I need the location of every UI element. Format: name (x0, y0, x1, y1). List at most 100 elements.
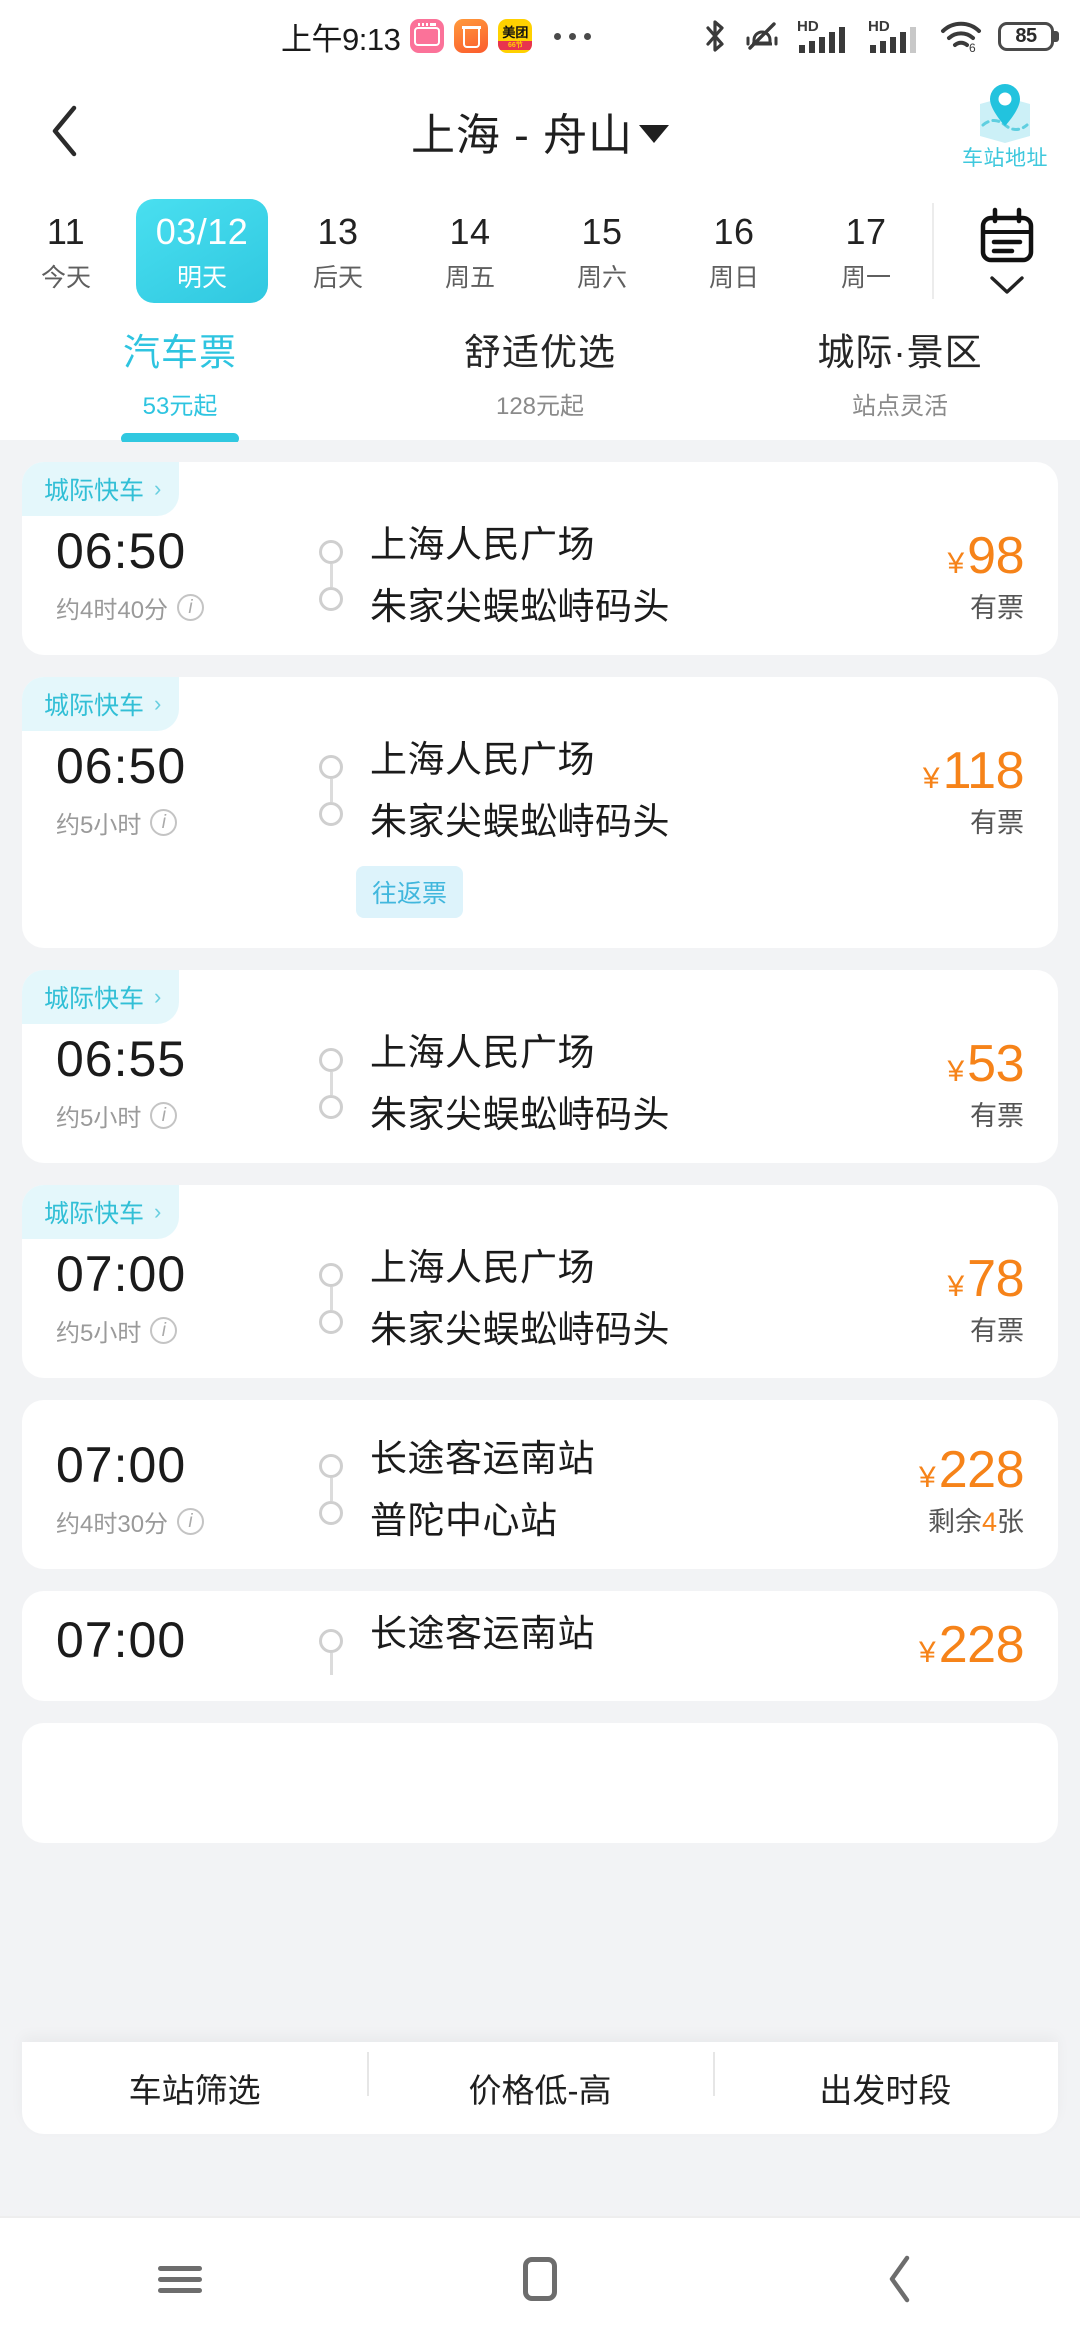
route-type-badge[interactable]: 城际快车 › (22, 462, 180, 516)
stops-column: 长途客运南站 (356, 1615, 774, 1675)
ticket-card[interactable]: 07:00 约4时30分 i 长途客运南站 普陀中心站 ¥228 剩余4张 (22, 1400, 1058, 1569)
departure-column: 06:50 约4时40分 i (56, 526, 306, 625)
tab-sublabel: 128元起 (495, 393, 585, 420)
departure-time: 06:55 (56, 1031, 187, 1087)
date-cell-11[interactable]: 11 今天 (0, 199, 132, 303)
date-cell-15[interactable]: 15 周六 (536, 199, 668, 303)
date-cell-16[interactable]: 16 周日 (668, 199, 800, 303)
price-group: ¥228 (919, 1615, 1024, 1675)
ticket-row: 06:55 约5小时 i 上海人民广场 朱家尖蜈蚣峙码头 ¥53 有票 (56, 1034, 1024, 1133)
date-day: 16 (713, 210, 755, 252)
route-type-badge[interactable]: 城际快车 › (22, 1185, 180, 1239)
route-type-badge[interactable]: 城际快车 › (22, 970, 180, 1024)
date-label: 周五 (444, 263, 495, 292)
route-track (306, 526, 356, 625)
svg-text:6: 6 (969, 41, 976, 53)
calendar-icon (980, 207, 1034, 263)
battery-level: 85 (1015, 24, 1037, 47)
route-type-badge[interactable]: 城际快车 › (22, 677, 180, 731)
stops-column: 长途客运南站 普陀中心站 (356, 1440, 774, 1539)
route-type-label: 城际快车 (44, 1200, 145, 1228)
ticket-row: 06:50 约5小时 i 上海人民广场 朱家尖蜈蚣峙码头 ¥118 有票 (56, 739, 1025, 840)
price-group: ¥98 (947, 526, 1024, 586)
app-header: 上海 - 舟山 车站地址 (0, 72, 1080, 190)
currency-symbol: ¥ (919, 1461, 936, 1494)
tab-label: 城际·景区 (817, 332, 983, 373)
info-icon[interactable]: i (150, 1317, 178, 1344)
price-group: ¥228 (919, 1440, 1024, 1500)
calendar-button[interactable] (932, 203, 1080, 299)
destination-dot-icon (319, 1310, 343, 1334)
destination-station: 朱家尖蜈蚣峙码头 (370, 586, 670, 627)
ticket-card[interactable]: 城际快车 › 06:55 约5小时 i 上海人民广场 朱家尖蜈蚣峙码头 ¥53 有票 (22, 970, 1058, 1163)
tab-3[interactable]: 城际·景区 站点灵活 (720, 312, 1080, 444)
price-amount: 53 (967, 1035, 1024, 1093)
duration-group: 约4时40分 i (56, 590, 306, 625)
filter-option-2[interactable]: 价格低-高 (367, 2052, 712, 2112)
tab-1[interactable]: 汽车票 53元起 (0, 312, 360, 444)
duration-group: 约4时30分 i (56, 1504, 306, 1539)
home-icon (523, 2257, 557, 2301)
filter-option-3[interactable]: 出发时段 (712, 2052, 1058, 2112)
origin-station: 长途客运南站 (370, 1438, 595, 1479)
ticket-card[interactable]: 城际快车 › 06:50 约5小时 i 上海人民广场 朱家尖蜈蚣峙码头 ¥118 有票 往返票 (22, 677, 1058, 948)
origin-dot-icon (319, 755, 343, 779)
price-amount: 228 (938, 1616, 1025, 1674)
chevron-right-icon: › (154, 476, 162, 501)
badge-container: 城际快车 › (22, 1185, 1024, 1239)
origin-station: 上海人民广场 (370, 739, 595, 780)
info-icon[interactable]: i (150, 1102, 178, 1129)
availability-status: 有票 (970, 1316, 1024, 1346)
price-group: ¥78 (947, 1249, 1024, 1309)
departure-column: 06:50 约5小时 i (56, 741, 306, 840)
departure-time: 07:00 (56, 1246, 187, 1302)
route-line (329, 1478, 333, 1501)
duration-group: 约5小时 i (56, 1313, 306, 1348)
currency-symbol: ¥ (947, 547, 965, 580)
duration-text: 约5小时 (56, 812, 142, 839)
ticket-card[interactable]: 07:00 长途客运南站 ¥228 (22, 1591, 1058, 1701)
date-cell-03-12[interactable]: 03/12 明天 (136, 199, 268, 303)
tab-label: 汽车票 (123, 332, 237, 373)
price-group: ¥53 (947, 1034, 1024, 1094)
currency-symbol: ¥ (922, 762, 940, 795)
date-cell-17[interactable]: 17 周一 (800, 199, 932, 303)
date-cell-14[interactable]: 14 周五 (404, 199, 536, 303)
origin-dot-icon (319, 1048, 343, 1072)
route-title-group[interactable]: 上海 - 舟山 (0, 99, 1080, 163)
meituan-icon-label: 美团 (502, 25, 529, 40)
tab-2[interactable]: 舒适优选 128元起 (360, 312, 720, 444)
nav-home-button[interactable] (480, 2234, 600, 2324)
date-list: 11 今天 03/12 明天 13 后天 14 周五 15 周六 16 周日 17 周一 (0, 199, 932, 303)
origin-station: 长途客运南站 (370, 1613, 595, 1654)
date-label: 明天 (176, 263, 227, 292)
duration-text: 约4时40分 (56, 597, 169, 624)
hd-signal-icon-1: HD (797, 18, 845, 53)
date-day: 11 (46, 210, 86, 252)
info-icon[interactable]: i (177, 594, 205, 621)
price-column: ¥228 (774, 1615, 1024, 1675)
badge-container: 城际快车 › (22, 677, 1024, 731)
nav-back-button[interactable] (840, 2234, 960, 2324)
station-map-button[interactable]: 车站地址 (952, 80, 1058, 172)
header-back-button[interactable] (30, 96, 100, 166)
nav-recents-button[interactable] (120, 2234, 240, 2324)
route-track (306, 1615, 356, 1675)
price-amount: 228 (938, 1441, 1025, 1499)
price-group: ¥118 (922, 741, 1025, 801)
ticket-card[interactable]: 城际快车 › 06:50 约4时40分 i 上海人民广场 朱家尖蜈蚣峙码头 ¥98 有票 (22, 462, 1058, 655)
date-selector-bar: 11 今天 03/12 明天 13 后天 14 周五 15 周六 16 周日 17 周一 (0, 190, 1080, 312)
info-icon[interactable]: i (150, 809, 178, 836)
ticket-row: 07:00 长途客运南站 ¥228 (56, 1615, 1025, 1675)
duration-text: 约5小时 (56, 1320, 142, 1347)
ticket-card[interactable]: 城际快车 › 07:00 约5小时 i 上海人民广场 朱家尖蜈蚣峙码头 ¥78 有票 (22, 1185, 1058, 1378)
date-cell-13[interactable]: 13 后天 (272, 199, 404, 303)
date-label: 周六 (576, 263, 627, 292)
ticket-card-partial[interactable] (22, 1723, 1058, 1843)
filter-option-1[interactable]: 车站筛选 (22, 2064, 367, 2112)
info-icon[interactable]: i (177, 1508, 205, 1535)
ticket-row: 06:50 约4时40分 i 上海人民广场 朱家尖蜈蚣峙码头 ¥98 有票 (56, 526, 1024, 625)
tab-label: 舒适优选 (464, 332, 616, 373)
currency-symbol: ¥ (947, 1270, 965, 1303)
tab-sublabel: 53元起 (142, 393, 218, 420)
